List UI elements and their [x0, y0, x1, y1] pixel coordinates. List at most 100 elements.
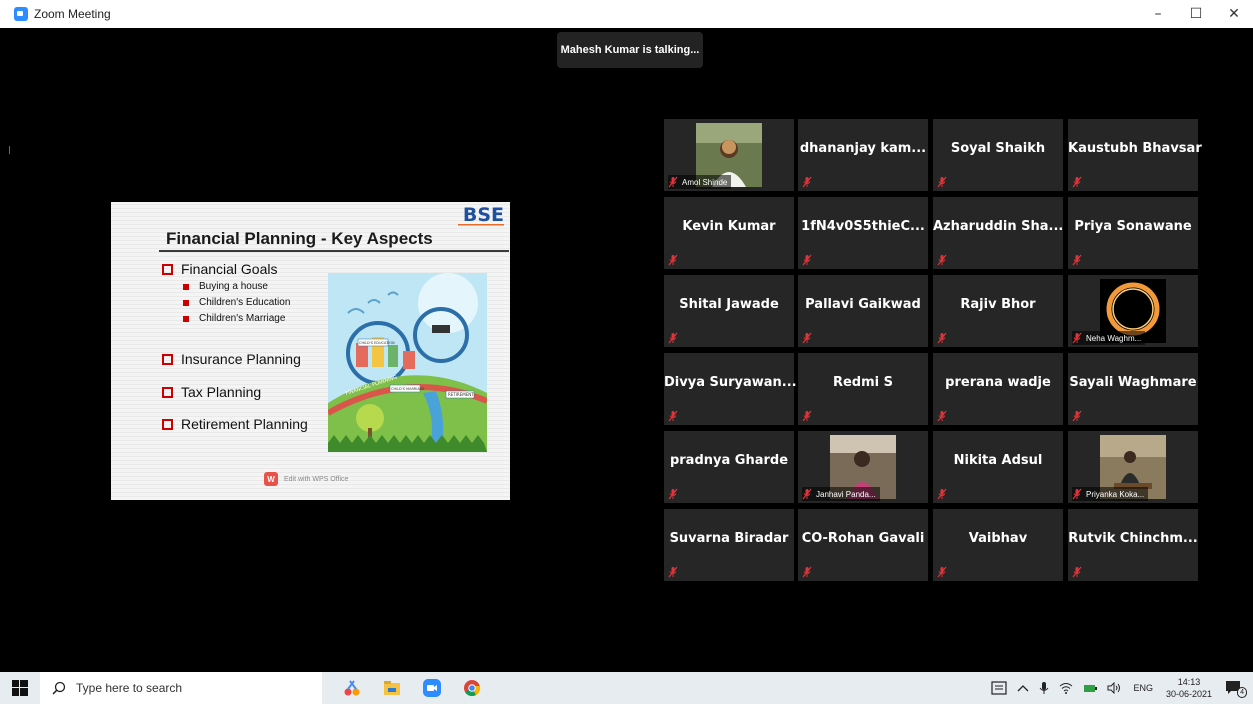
notification-center-button[interactable]: 4 [1225, 680, 1247, 698]
muted-microphone-icon [802, 410, 812, 422]
muted-microphone-icon [937, 410, 947, 422]
taskbar-app-chrome[interactable] [452, 672, 492, 704]
participant-name: Nikita Adsul [953, 453, 1043, 468]
participant-tile[interactable]: Priya Sonawane [1068, 197, 1198, 269]
participant-tile[interactable]: Kevin Kumar [664, 197, 794, 269]
wps-logo-icon: W [264, 472, 278, 486]
svg-text:CHILD'S MARRIAGE: CHILD'S MARRIAGE [391, 387, 425, 391]
muted-microphone-icon [802, 488, 812, 500]
show-hidden-icons-button[interactable] [1017, 683, 1029, 693]
battery-icon [1084, 685, 1098, 692]
muted-microphone-icon [1072, 254, 1082, 266]
notification-count-badge: 4 [1237, 687, 1247, 698]
edge-marker [9, 146, 10, 154]
participant-tile[interactable]: Amol Shinde [664, 119, 794, 191]
muted-microphone-icon [668, 176, 678, 188]
participant-tile[interactable]: Azharuddin Sha... [933, 197, 1063, 269]
muted-microphone-icon [802, 176, 812, 188]
zoom-icon [423, 679, 441, 697]
participant-name: Sayali Waghmare [1069, 375, 1197, 390]
participant-tile[interactable]: Nikita Adsul [933, 431, 1063, 503]
participant-tile[interactable]: Soyal Shaikh [933, 119, 1063, 191]
news-icon [991, 681, 1008, 695]
microphone-tray-button[interactable] [1039, 681, 1049, 695]
taskbar-app-file-explorer[interactable] [372, 672, 412, 704]
slide-title: Financial Planning - Key Aspects [166, 229, 433, 248]
minimize-button[interactable]: – [1139, 0, 1177, 28]
square-bullet-icon [162, 263, 173, 275]
participant-tile[interactable]: Kaustubh Bhavsar [1068, 119, 1202, 191]
participant-tile[interactable]: dhananjay kam... [798, 119, 928, 191]
taskbar-app-snip[interactable] [332, 672, 372, 704]
participant-name: Kevin Kumar [682, 219, 776, 234]
battery-tray-button[interactable] [1083, 682, 1098, 694]
muted-microphone-icon [802, 254, 812, 266]
participant-tile[interactable]: Divya Suryawan... [664, 353, 797, 425]
start-button[interactable] [0, 672, 40, 704]
participant-tile[interactable]: Suvarna Biradar [664, 509, 794, 581]
slide-sub-bullet: Buying a house [183, 281, 268, 292]
muted-microphone-icon [668, 410, 678, 422]
wps-office-badge[interactable]: W Edit with WPS Office [264, 472, 348, 486]
shared-screen[interactable]: BSE Financial Planning - Key Aspects Fin… [16, 202, 605, 500]
participant-tile[interactable]: prerana wadje [933, 353, 1063, 425]
muted-microphone-icon [937, 254, 947, 266]
square-bullet-icon [162, 418, 173, 430]
participant-name: Suvarna Biradar [669, 531, 789, 546]
participant-tile[interactable]: Shital Jawade [664, 275, 794, 347]
volume-tray-button[interactable] [1107, 682, 1123, 694]
slide-sub-bullet: Children's Education [183, 297, 290, 308]
taskbar-app-zoom[interactable] [412, 672, 452, 704]
participant-tile[interactable]: pradnya Gharde [664, 431, 794, 503]
participant-name: Divya Suryawan... [664, 375, 797, 390]
slide-title-underline [159, 250, 509, 252]
participant-tile[interactable]: CO-Rohan Gavali [798, 509, 928, 581]
participant-name-tag: Janhavi Panda... [802, 487, 880, 501]
participant-tile[interactable]: Rutvik Chinchm... [1068, 509, 1198, 581]
snipping-tool-icon [344, 680, 360, 696]
close-button[interactable]: ✕ [1215, 0, 1253, 28]
participant-tile[interactable]: Rajiv Bhor [933, 275, 1063, 347]
taskbar-search-box[interactable]: Type here to search [40, 672, 322, 704]
participant-name: Vaibhav [968, 531, 1028, 546]
windows-logo-icon [12, 680, 28, 696]
participant-name: 1fN4v0S5thieC... [801, 219, 925, 234]
participant-name: Janhavi Panda... [816, 489, 876, 499]
participant-tile[interactable]: Pallavi Gaikwad [798, 275, 928, 347]
clock-date: 30-06-2021 [1165, 689, 1212, 699]
maximize-button[interactable]: ☐ [1177, 0, 1215, 28]
muted-microphone-icon [1072, 488, 1082, 500]
taskbar-clock[interactable]: 14:13 30-06-2021 [1166, 676, 1212, 700]
svg-text:RETIREMENT: RETIREMENT [448, 392, 474, 397]
participant-name: Kaustubh Bhavsar [1068, 141, 1202, 156]
pinned-apps [332, 672, 492, 704]
participant-tile[interactable]: Redmi S [798, 353, 928, 425]
zoom-app-icon [14, 7, 28, 21]
muted-microphone-icon [937, 176, 947, 188]
speaker-icon [1107, 682, 1121, 694]
slide-bullet: Insurance Planning [162, 351, 301, 367]
participant-tile[interactable]: 1fN4v0S5thieC... [798, 197, 928, 269]
participant-tile[interactable]: Priyanka Koka... [1068, 431, 1198, 503]
participant-name: Neha Waghm... [1086, 333, 1142, 343]
wifi-tray-button[interactable] [1059, 682, 1073, 694]
muted-microphone-icon [802, 332, 812, 344]
participant-name: Priya Sonawane [1074, 219, 1192, 234]
bse-logo: BSE [458, 204, 504, 226]
participant-name: Rajiv Bhor [960, 297, 1036, 312]
taskbar-news-button[interactable] [991, 681, 1008, 695]
svg-text:BSE: BSE [463, 204, 504, 226]
slide-bullet: Retirement Planning [162, 416, 308, 432]
window-titlebar: Zoom Meeting – ☐ ✕ [0, 0, 1253, 28]
participant-name: Azharuddin Sha... [933, 219, 1064, 234]
participant-tile[interactable]: Sayali Waghmare [1068, 353, 1198, 425]
filled-square-bullet-icon [183, 283, 189, 290]
participant-tile[interactable]: Vaibhav [933, 509, 1063, 581]
muted-microphone-icon [668, 332, 678, 344]
participant-tile[interactable]: Neha Waghm... [1068, 275, 1198, 347]
meeting-area: Mahesh Kumar is talking... BSE Financial… [0, 28, 1253, 668]
input-language[interactable]: ENG [1133, 683, 1153, 693]
financial-planning-illustration: FINANCIAL PLANNING CHILD'S EDUCATION CHI… [328, 273, 487, 452]
muted-microphone-icon [1072, 176, 1082, 188]
participant-tile[interactable]: Janhavi Panda... [798, 431, 928, 503]
